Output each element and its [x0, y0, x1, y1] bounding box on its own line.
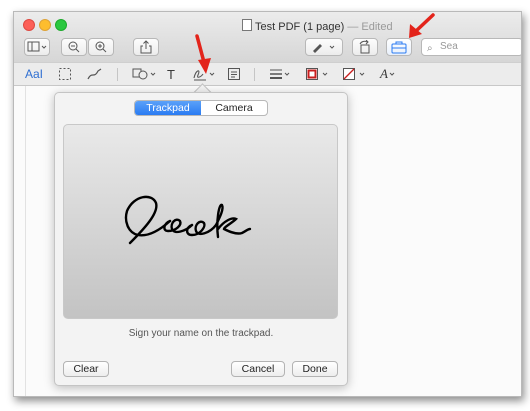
zoom-out-icon: [68, 41, 80, 53]
toolbar-divider: [117, 68, 118, 81]
tab-camera[interactable]: Camera: [201, 101, 267, 115]
border-color-icon: [306, 68, 328, 80]
line-style-tool[interactable]: [269, 66, 293, 82]
pen-icon: [313, 44, 335, 53]
signature-drawing: [124, 195, 252, 245]
note-tool[interactable]: [227, 66, 241, 82]
zoom-out-button[interactable]: [61, 38, 87, 56]
signature-instruction: Sign your name on the trackpad.: [128, 328, 274, 339]
share-button[interactable]: [133, 38, 159, 56]
search-field[interactable]: ⌕ Sea: [421, 38, 521, 56]
note-icon: [228, 68, 240, 80]
line-style-icon: [270, 69, 290, 79]
view-menu-button[interactable]: [24, 38, 50, 56]
done-button[interactable]: Done: [292, 361, 338, 377]
toolbar-divider: [254, 68, 255, 81]
shapes-icon: [132, 68, 156, 80]
toolbox-icon: [391, 41, 407, 54]
annotation-arrow-icon: [195, 34, 211, 74]
page-edge: [25, 86, 26, 396]
text-tool[interactable]: T: [167, 66, 175, 82]
document-icon: [242, 19, 252, 31]
dashed-rectangle-icon: [59, 68, 71, 80]
annotation-arrow-icon: [409, 13, 435, 38]
signature-source-segmented-control: Trackpad Camera: [134, 100, 268, 116]
markup-toolbar: AaI T A: [14, 62, 521, 86]
close-window-button[interactable]: [23, 19, 35, 31]
titlebar: Test PDF (1 page) — Edited ⌕ Sea: [14, 12, 521, 62]
border-color-tool[interactable]: [305, 66, 331, 82]
sketch-icon: [87, 68, 102, 80]
share-icon: [140, 40, 152, 54]
fill-color-icon: [343, 68, 365, 80]
fill-color-tool[interactable]: [342, 66, 368, 82]
font-tool[interactable]: A: [380, 66, 398, 82]
cancel-button[interactable]: Cancel: [231, 361, 285, 377]
zoom-in-button[interactable]: [88, 38, 114, 56]
chevron-down-icon: [389, 72, 395, 76]
sidebar-icon: [27, 41, 47, 52]
zoom-window-button[interactable]: [55, 19, 67, 31]
rotate-button[interactable]: [352, 38, 378, 56]
rotate-icon: [359, 40, 370, 54]
pen-markup-button[interactable]: [305, 38, 343, 56]
tab-trackpad[interactable]: Trackpad: [135, 101, 201, 115]
signature-pad[interactable]: [63, 124, 338, 319]
rectangular-selection-tool[interactable]: [58, 66, 72, 82]
minimize-window-button[interactable]: [39, 19, 51, 31]
shapes-tool[interactable]: [132, 66, 158, 82]
clear-button[interactable]: Clear: [63, 361, 109, 377]
window-title: Test PDF (1 page) — Edited: [242, 19, 393, 33]
signature-popover: Trackpad Camera Sign your name on the tr…: [54, 92, 348, 386]
search-icon: ⌕: [427, 43, 433, 54]
text-style-tool[interactable]: AaI: [25, 66, 43, 82]
sketch-tool[interactable]: [86, 66, 104, 82]
zoom-in-icon: [95, 41, 107, 53]
markup-toolbox-button[interactable]: [386, 38, 412, 56]
